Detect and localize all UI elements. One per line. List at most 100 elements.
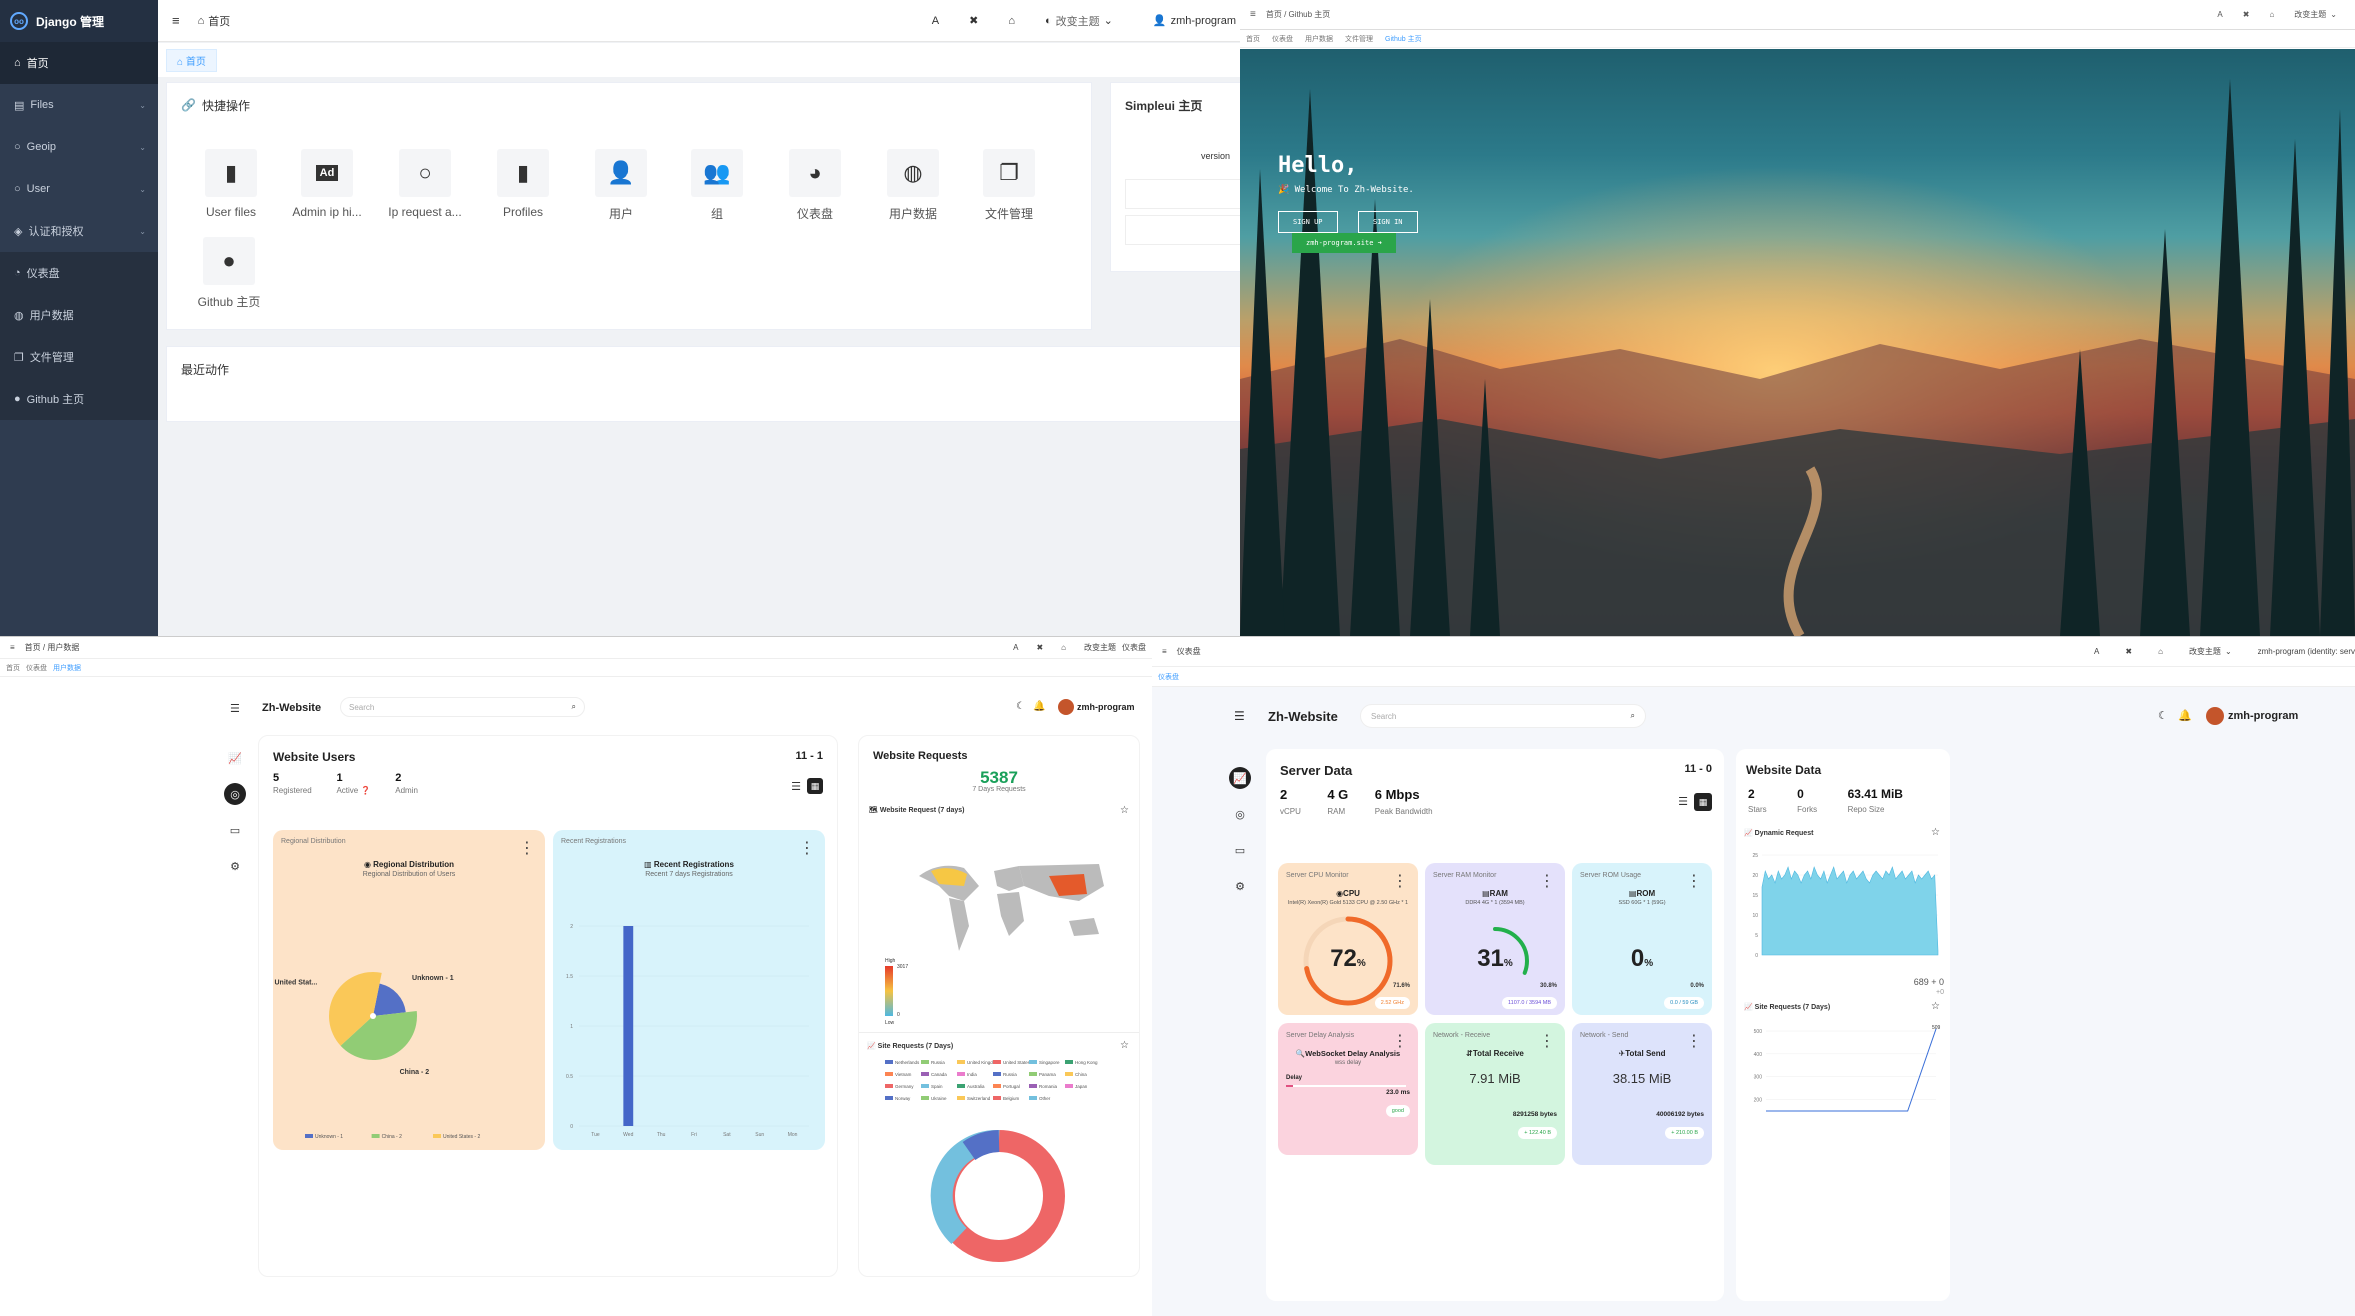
grid-view-icon[interactable]: ▦ (1694, 793, 1712, 811)
gear-icon[interactable]: ⚙ (1229, 875, 1251, 897)
search-input[interactable]: Search ⌕ (1360, 704, 1646, 728)
home-icon[interactable]: ⌂ (2158, 647, 2163, 656)
legend-item[interactable]: Japan (1065, 1082, 1101, 1091)
help-icon[interactable]: ❓ (358, 786, 370, 795)
menu-item-userdata[interactable]: ◍ 用户数据 (0, 294, 158, 336)
legend-item[interactable]: Vietnam (885, 1070, 921, 1079)
more-icon[interactable]: ⋮ (799, 838, 815, 858)
calendar-icon[interactable]: ▭ (1229, 839, 1251, 861)
menu-item-files[interactable]: ▤ Files ⌄ (0, 84, 158, 126)
user-name[interactable]: zmh-program (2228, 710, 2298, 722)
user-menu[interactable]: zmh-program (1171, 15, 1236, 27)
quick-file-manager[interactable]: ❐ 文件管理 (967, 149, 1051, 222)
tab-userdata[interactable]: 用户数据 (1305, 34, 1333, 44)
menu-icon[interactable]: ☰ (230, 702, 240, 715)
legend-item[interactable]: China (1065, 1070, 1101, 1079)
home-icon[interactable]: ⌂ (1008, 15, 1015, 27)
font-size-icon[interactable]: A (1013, 643, 1018, 652)
legend-item[interactable]: Romania (1029, 1082, 1065, 1091)
quick-groups[interactable]: 👥 组 (675, 149, 759, 222)
star-icon[interactable]: ☆ (1120, 1040, 1129, 1051)
theme-switch[interactable]: 改变主题 (1056, 13, 1100, 29)
star-icon[interactable]: ☆ (1931, 827, 1940, 838)
gear-icon[interactable]: ⚙ (224, 855, 246, 877)
calendar-icon[interactable]: ▭ (224, 819, 246, 841)
font-size-icon[interactable]: A (2094, 647, 2099, 656)
menu-item-file-manager[interactable]: ❐ 文件管理 (0, 336, 158, 378)
site-button[interactable]: zmh-program.site ➜ (1292, 233, 1396, 253)
legend-item[interactable]: India (957, 1070, 993, 1079)
bell-icon[interactable]: 🔔 (2178, 709, 2192, 722)
fullscreen-icon[interactable]: ✖ (2125, 647, 2132, 656)
star-icon[interactable]: ☆ (1931, 1001, 1940, 1012)
user-menu[interactable]: zmh-program (identity: serv (2258, 647, 2355, 656)
legend-item[interactable]: Netherlands (885, 1058, 921, 1067)
user-name[interactable]: zmh-program (1077, 702, 1135, 712)
menu-toggle-icon[interactable]: ≡ (1162, 647, 1167, 656)
fullscreen-icon[interactable]: ✖ (1036, 643, 1043, 652)
quick-user-files[interactable]: ▮ User files (189, 149, 273, 219)
avatar[interactable] (1058, 699, 1074, 715)
list-view-icon[interactable]: ☰ (1678, 795, 1688, 808)
search-input[interactable]: Search ⌕ (340, 697, 585, 717)
menu-toggle-icon[interactable]: ≡ (1250, 9, 1256, 20)
menu-item-github[interactable]: ● Github 主页 (0, 378, 158, 420)
home-icon[interactable]: ⌂ (1061, 643, 1066, 652)
chart-icon[interactable]: 📈 (224, 747, 246, 769)
quick-profiles[interactable]: ▮ Profiles (481, 149, 565, 219)
legend-item[interactable]: United States (993, 1058, 1029, 1067)
admin-brand[interactable]: oo Django 管理 (0, 0, 158, 42)
tab-dashboard[interactable]: 仪表盘 (1158, 672, 1179, 682)
dark-mode-icon[interactable]: ☾ (1016, 701, 1025, 712)
menu-item-auth[interactable]: ◈ 认证和授权 ⌄ (0, 210, 158, 252)
menu-item-dashboard[interactable]: ◔ 仪表盘 (0, 252, 158, 294)
menu-item-user[interactable]: ○ User ⌄ (0, 168, 158, 210)
tab-home[interactable]: ⌂ 首页 (166, 48, 217, 72)
quick-users[interactable]: 👤 用户 (579, 149, 663, 222)
star-icon[interactable]: ☆ (1120, 805, 1129, 816)
more-icon[interactable]: ⋮ (1392, 1031, 1408, 1051)
home-icon[interactable]: ⌂ (2269, 10, 2274, 19)
users-rail-icon[interactable]: ◎ (1229, 803, 1251, 825)
search-icon[interactable]: ⌕ (1631, 711, 1635, 721)
quick-ip-request[interactable]: ○ Ip request a... (383, 149, 467, 219)
legend-item[interactable]: Spain (921, 1082, 957, 1091)
more-icon[interactable]: ⋮ (1539, 871, 1555, 891)
sign-up-button[interactable]: SIGN UP (1278, 211, 1338, 233)
tab-dashboard[interactable]: 仪表盘 (26, 663, 47, 673)
more-icon[interactable]: ⋮ (1392, 871, 1408, 891)
font-size-icon[interactable]: A (2217, 10, 2222, 19)
more-icon[interactable]: ⋮ (1539, 1031, 1555, 1051)
bell-icon[interactable]: 🔔 (1033, 701, 1045, 712)
font-size-icon[interactable]: A (932, 15, 939, 27)
sign-in-button[interactable]: SIGN IN (1358, 211, 1418, 233)
breadcrumb[interactable]: 首页 / 用户数据 (25, 642, 80, 653)
tab-home[interactable]: 首页 (1246, 34, 1260, 44)
legend-item[interactable]: Singapore (1029, 1058, 1065, 1067)
legend-item[interactable]: Australia (957, 1082, 993, 1091)
menu-toggle-icon[interactable]: ≡ (172, 13, 180, 28)
legend-item[interactable]: Panama (1029, 1070, 1065, 1079)
legend-item[interactable]: Portugal (993, 1082, 1029, 1091)
fullscreen-icon[interactable]: ✖ (2243, 10, 2250, 19)
breadcrumb[interactable]: 首页 / Github 主页 (1266, 9, 1330, 20)
fullscreen-icon[interactable]: ✖ (969, 14, 978, 27)
quick-dashboard[interactable]: ◕ 仪表盘 (773, 149, 857, 222)
menu-toggle-icon[interactable]: ≡ (10, 643, 15, 652)
legend-item[interactable]: United Kingdom (957, 1058, 993, 1067)
legend-item[interactable]: Russia (921, 1058, 957, 1067)
search-icon[interactable]: ⌕ (572, 702, 576, 712)
grid-view-icon[interactable]: ▦ (807, 778, 823, 794)
tab-userdata[interactable]: 用户数据 (53, 663, 81, 673)
avatar[interactable] (2206, 707, 2224, 725)
breadcrumb[interactable]: 首页 (208, 13, 230, 29)
chart-icon[interactable]: 📈 (1229, 767, 1251, 789)
tab-file-manager[interactable]: 文件管理 (1345, 34, 1373, 44)
more-icon[interactable]: ⋮ (1686, 871, 1702, 891)
dashboard-link[interactable]: 仪表盘 (1122, 642, 1146, 653)
theme-switch[interactable]: 改变主题 (2294, 9, 2326, 20)
dark-mode-icon[interactable]: ☾ (2158, 709, 2168, 722)
legend-item[interactable]: Germany (885, 1082, 921, 1091)
legend-item[interactable]: Canada (921, 1070, 957, 1079)
tab-github[interactable]: Github 主页 (1385, 34, 1422, 44)
